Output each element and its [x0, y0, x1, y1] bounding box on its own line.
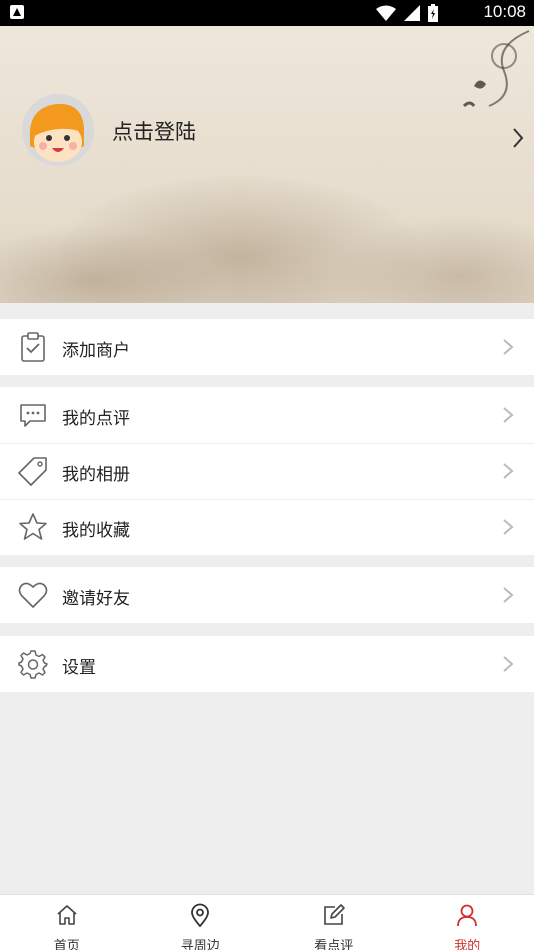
menu-group-invite: 邀请好友: [0, 567, 534, 623]
wifi-icon: [376, 5, 396, 21]
menu-item-label: 邀请好友: [62, 589, 130, 609]
chevron-right-icon: [503, 587, 514, 603]
menu-item-label: 设置: [62, 658, 96, 678]
chevron-right-icon: [503, 407, 514, 423]
tab-mine[interactable]: 我的: [401, 895, 534, 950]
battery-icon: [428, 4, 438, 22]
chevron-right-icon: [503, 339, 514, 355]
tab-nearby[interactable]: 寻周边: [134, 895, 268, 950]
menu-item-invite-friends[interactable]: 邀请好友: [0, 567, 534, 623]
tab-label: 我的: [454, 939, 481, 950]
chevron-right-icon: [503, 463, 514, 479]
cartoon-face-icon: [22, 94, 94, 166]
notification-icon: [10, 5, 24, 19]
signal-icon: [404, 5, 420, 21]
tag-icon: [18, 457, 47, 486]
location-pin-icon: [191, 903, 210, 927]
clipboard-check-icon: [21, 332, 45, 362]
comment-icon: [20, 404, 46, 427]
tab-label: 首页: [53, 939, 80, 950]
status-time: 10:08: [483, 2, 526, 21]
chevron-right-icon: [503, 519, 514, 535]
tab-home[interactable]: 首页: [0, 895, 134, 950]
tab-reviews[interactable]: 看点评: [267, 895, 401, 950]
heart-icon: [18, 582, 48, 608]
menu-item-add-merchant[interactable]: 添加商户: [0, 319, 534, 375]
bottom-tab-bar: 首页 寻周边 看点评 我的: [0, 894, 534, 950]
menu-item-label: 我的相册: [62, 465, 130, 485]
status-icons: [376, 4, 438, 22]
menu-item-label: 添加商户: [62, 341, 130, 361]
menu-item-my-favorites[interactable]: 我的收藏: [0, 499, 534, 555]
tab-label: 寻周边: [180, 939, 220, 950]
chevron-right-icon[interactable]: [510, 126, 526, 150]
home-icon: [57, 905, 77, 925]
menu-group-merchant: 添加商户: [0, 319, 534, 375]
menu-item-label: 我的点评: [62, 409, 130, 429]
gear-icon: [18, 650, 48, 679]
star-icon: [19, 513, 47, 540]
menu-item-my-album[interactable]: 我的相册: [0, 443, 534, 499]
chevron-right-icon: [503, 656, 514, 672]
menu-group-settings: 设置: [0, 636, 534, 692]
user-icon: [457, 904, 478, 927]
avatar[interactable]: [22, 94, 94, 166]
tab-label: 看点评: [314, 939, 354, 950]
edit-icon: [323, 904, 345, 925]
menu-group-my-content: 我的点评 我的相册 我的收藏: [0, 387, 534, 555]
status-bar: 10:08: [0, 0, 534, 26]
menu-item-label: 我的收藏: [62, 521, 130, 541]
profile-header[interactable]: 点击登陆: [0, 26, 534, 303]
menu-item-settings[interactable]: 设置: [0, 636, 534, 692]
menu-item-my-reviews[interactable]: 我的点评: [0, 387, 534, 443]
login-prompt[interactable]: 点击登陆: [112, 116, 196, 146]
